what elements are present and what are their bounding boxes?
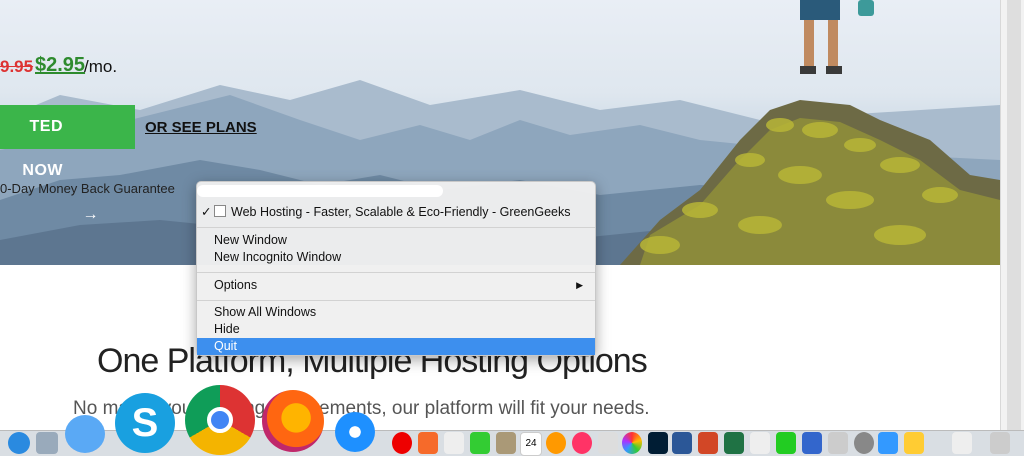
messages-icon[interactable] [65,415,105,453]
opera-icon[interactable] [392,432,412,454]
options-label: Options [214,278,258,292]
screen: 9.95 $2.95 /mo. TED NOW → OR SEE PLANS 0-… [0,0,1024,456]
app-icon-4[interactable] [750,432,770,454]
chrome-icon[interactable] [185,385,255,455]
app-icon-6[interactable] [878,432,898,454]
ibooks-icon[interactable] [546,432,566,454]
numbers-icon[interactable] [776,432,796,454]
firefox-icon[interactable] [262,390,324,452]
safari-icon[interactable] [335,412,375,452]
app-icon-2[interactable] [496,432,516,454]
checkmark-icon: ✓ [201,205,212,219]
app-icon-3[interactable] [598,432,618,454]
app-icon-7[interactable] [904,432,924,454]
finder-folder-icon[interactable] [952,432,972,454]
menu-item-options[interactable]: Options ▶ [197,277,595,294]
menu-item-window-greengeeks[interactable]: ✓ Web Hosting - Faster, Scalable & Eco-F… [197,204,595,221]
arrow-right-icon: → [82,206,99,223]
facetime-icon[interactable] [470,432,490,454]
system-preferences-icon[interactable] [854,432,874,454]
see-plans-link[interactable]: OR SEE PLANS [145,119,257,136]
calendar-icon[interactable]: 24 [520,432,542,456]
dock-context-menu: ✓ Web Hosting - Faster, Scalable & Eco-F… [196,181,596,356]
page-icon [214,205,226,217]
new-price: $2.95 [35,54,86,76]
old-price: 9.95 [0,57,34,76]
brave-icon[interactable] [418,432,438,454]
menu-item-show-all-windows[interactable]: Show All Windows [197,304,595,321]
excel-icon[interactable] [724,432,744,454]
skype-letter: S [131,401,159,445]
window-title: Web Hosting - Faster, Scalable & Eco-Fri… [231,205,571,219]
menu-item-hide[interactable]: Hide [197,321,595,338]
price-unit: /mo. [84,57,118,76]
menu-item-quit[interactable]: Quit [197,338,595,355]
menu-item-new-window[interactable]: New Window [197,232,595,249]
trash-icon[interactable] [990,432,1010,454]
app-store-icon[interactable] [8,432,30,454]
browser-scrollbar[interactable] [1000,0,1024,430]
app-icon-1[interactable] [444,432,464,454]
skype-icon[interactable]: S [115,393,175,453]
redacted-item [197,185,443,197]
music-icon[interactable] [572,432,592,454]
word-icon[interactable] [672,432,692,454]
get-started-label: TED NOW [22,118,63,179]
menu-item-new-incognito-window[interactable]: New Incognito Window [197,249,595,266]
photos-icon[interactable] [622,432,642,454]
powerpoint-icon[interactable] [698,432,718,454]
submenu-arrow-icon: ▶ [576,280,583,290]
keynote-icon[interactable] [802,432,822,454]
get-started-button[interactable]: TED NOW → [0,105,135,223]
app-icon-5[interactable] [828,432,848,454]
photoshop-icon[interactable] [648,432,668,454]
preview-icon[interactable] [36,432,58,454]
money-back-guarantee: 0-Day Money Back Guarantee [0,181,175,196]
calendar-day: 24 [525,438,537,449]
